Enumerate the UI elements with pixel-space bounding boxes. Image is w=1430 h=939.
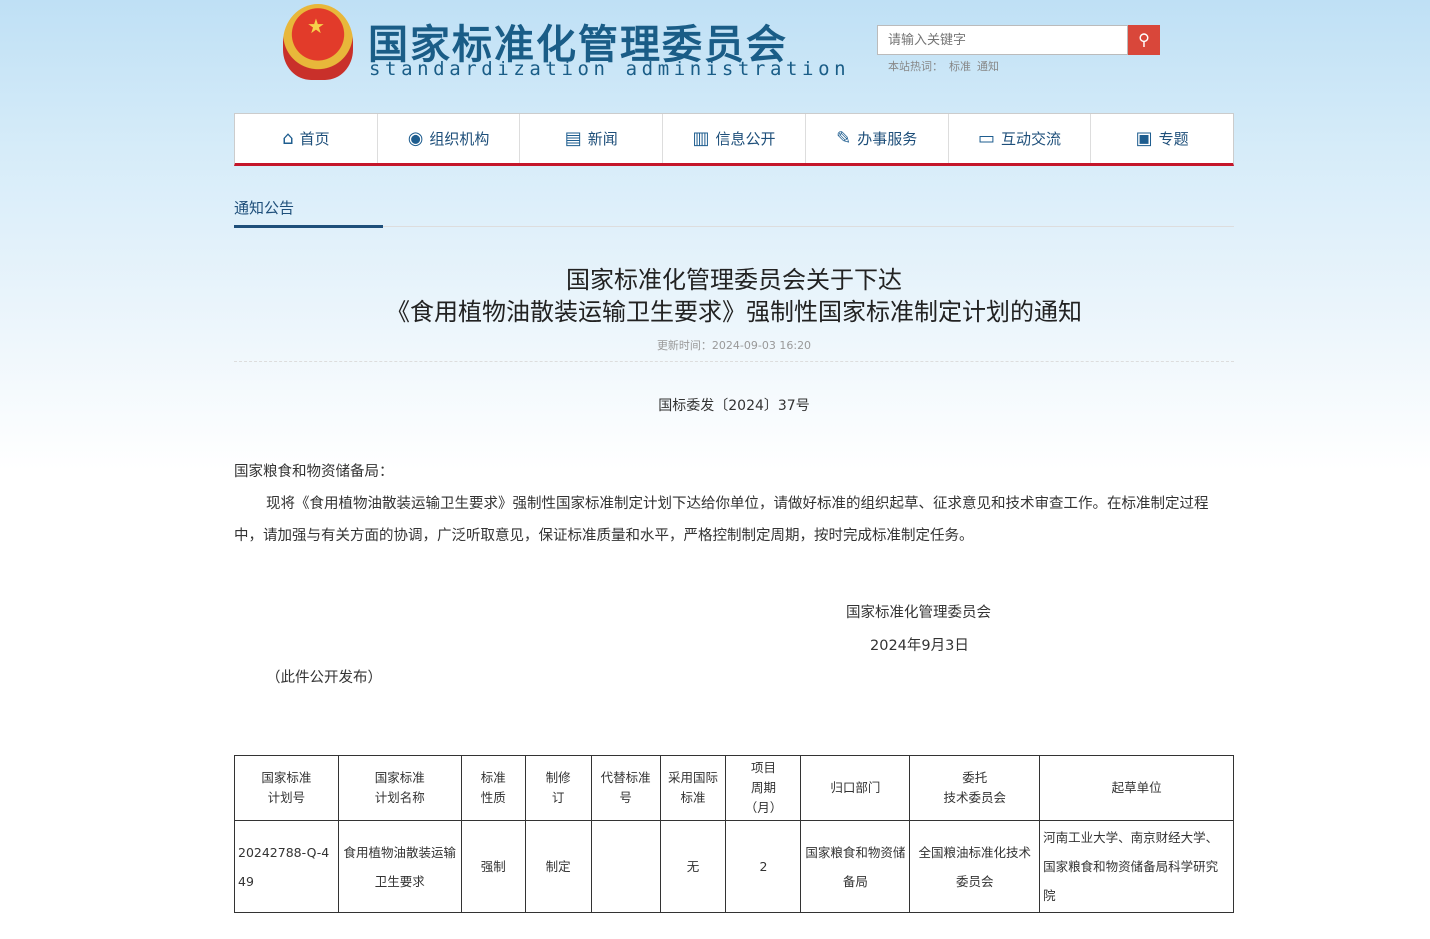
hot-words: 本站热词： 标准通知 xyxy=(888,58,1005,74)
breadcrumb-underline xyxy=(234,225,383,228)
table-row: 20242788-Q-449 食用植物油散装运输卫生要求 强制 制定 无 2 国… xyxy=(235,821,1234,913)
recipient: 国家粮食和物资储备局： xyxy=(234,456,1234,488)
nav-label: 信息公开 xyxy=(716,128,776,149)
header-cell: 项目周期（月） xyxy=(726,756,801,821)
sign-date: 2024年9月3日 xyxy=(870,634,969,655)
nav-news[interactable]: ▤ 新闻 xyxy=(520,114,663,163)
international-standard: 无 xyxy=(660,821,726,913)
project-period: 2 xyxy=(726,821,801,913)
header-cell: 归口部门 xyxy=(801,756,910,821)
competent-department: 国家粮食和物资储备局 xyxy=(801,821,910,913)
home-icon: ⌂ xyxy=(282,128,293,149)
newspaper-icon: ▤ xyxy=(565,128,582,149)
drafting-units: 河南工业大学、南京财经大学、国家粮食和物资储备局科学研究院 xyxy=(1040,821,1234,913)
header-cell: 标准性质 xyxy=(461,756,525,821)
header-cell: 采用国际标准 xyxy=(660,756,726,821)
hot-word-link[interactable]: 标准 xyxy=(949,60,971,73)
paragraph: 现将《食用植物油散装运输卫生要求》强制性国家标准制定计划下达给你单位，请做好标准… xyxy=(234,488,1234,552)
main-nav: ⌂ 首页 ◉组织机构 ▤ 新闻 ▥ 信息公开 ✎ 办事服务 ▭ 互动交流 ▣ 专题 xyxy=(234,113,1234,166)
edit-icon: ✎ xyxy=(836,128,851,149)
table-header-row: 国家标准计划号 国家标准计划名称 标准性质 制修订 代替标准号 采用国际标准 项… xyxy=(235,756,1234,821)
nav-topics[interactable]: ▣ 专题 xyxy=(1091,114,1233,163)
nav-label: 组织机构 xyxy=(429,128,489,149)
nav-home[interactable]: ⌂ 首页 xyxy=(235,114,378,163)
article-body: 国家粮食和物资储备局： 现将《食用植物油散装运输卫生要求》强制性国家标准制定计划… xyxy=(234,456,1234,552)
search-input[interactable] xyxy=(877,25,1128,55)
header-cell: 代替标准号 xyxy=(591,756,660,821)
replaced-standard xyxy=(591,821,660,913)
search-icon: ⚲ xyxy=(1138,32,1150,49)
title-line: 国家标准化管理委员会关于下达 xyxy=(234,264,1234,296)
divider xyxy=(234,361,1234,362)
page-title: 国家标准化管理委员会关于下达 《食用植物油散装运输卫生要求》强制性国家标准制定计… xyxy=(234,264,1234,328)
nav-label: 专题 xyxy=(1159,128,1189,149)
nav-label: 新闻 xyxy=(588,128,618,149)
puzzle-icon: ▣ xyxy=(1136,128,1153,149)
header-cell: 国家标准计划名称 xyxy=(338,756,461,821)
nav-label: 首页 xyxy=(300,128,330,149)
standard-nature: 强制 xyxy=(461,821,525,913)
nav-interaction[interactable]: ▭ 互动交流 xyxy=(949,114,1092,163)
hot-words-label: 本站热词： xyxy=(888,60,943,73)
site-logo-subtitle: standardization administration xyxy=(369,58,850,80)
search-button[interactable]: ⚲ xyxy=(1128,25,1160,55)
signer: 国家标准化管理委员会 xyxy=(846,601,991,622)
breadcrumb[interactable]: 通知公告 xyxy=(234,197,294,218)
technical-committee: 全国粮油标准化技术委员会 xyxy=(910,821,1040,913)
plan-number: 20242788-Q-449 xyxy=(235,821,339,913)
nav-label: 办事服务 xyxy=(857,128,917,149)
publish-note: （此件公开发布） xyxy=(266,666,382,687)
nav-organization[interactable]: ◉组织机构 xyxy=(378,114,521,163)
document-number: 国标委发〔2024〕37号 xyxy=(234,395,1234,415)
hot-word-link[interactable]: 通知 xyxy=(977,60,999,73)
clipboard-icon: ▥ xyxy=(693,128,710,149)
revision-type: 制定 xyxy=(525,821,591,913)
header-cell: 国家标准计划号 xyxy=(235,756,339,821)
header-cell: 制修订 xyxy=(525,756,591,821)
user-icon: ◉ xyxy=(408,128,424,149)
nav-services[interactable]: ✎ 办事服务 xyxy=(806,114,949,163)
header-cell: 委托技术委员会 xyxy=(910,756,1040,821)
chat-icon: ▭ xyxy=(978,128,995,149)
update-time: 更新时间：2024-09-03 16:20 xyxy=(234,337,1234,353)
national-emblem-logo: ★ xyxy=(283,4,353,80)
header-cell: 起草单位 xyxy=(1040,756,1234,821)
title-line: 《食用植物油散装运输卫生要求》强制性国家标准制定计划的通知 xyxy=(234,296,1234,328)
nav-info-disclosure[interactable]: ▥ 信息公开 xyxy=(663,114,806,163)
plan-table: 国家标准计划号 国家标准计划名称 标准性质 制修订 代替标准号 采用国际标准 项… xyxy=(234,755,1234,913)
nav-label: 互动交流 xyxy=(1001,128,1061,149)
plan-name: 食用植物油散装运输卫生要求 xyxy=(338,821,461,913)
search-box: ⚲ xyxy=(877,25,1160,55)
divider xyxy=(234,226,1234,227)
